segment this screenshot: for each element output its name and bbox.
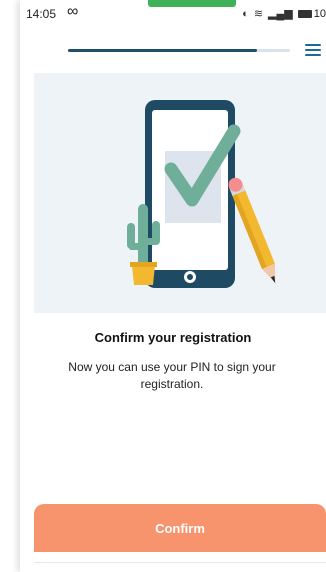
page-description: Now you can use your PIN to sign your re…: [68, 360, 276, 391]
confirmation-illustration: [127, 100, 276, 288]
signal-icon: ▂▄▆: [268, 8, 293, 20]
status-icons: ◐ ≋ ▂▄▆ 10: [242, 7, 326, 21]
infinity-icon: ∞: [67, 3, 79, 20]
illustration-panel: [34, 73, 326, 313]
battery-body: [297, 9, 312, 18]
confirm-button[interactable]: Confirm: [34, 504, 326, 552]
page-title: Confirm your registration: [94, 330, 252, 345]
bottom-divider: [34, 562, 326, 563]
active-call-indicator: [148, 0, 236, 7]
status-bar: 14:05 ∞ ◐ ≋ ▂▄▆ 10: [20, 0, 326, 28]
status-time: 14:05: [26, 7, 57, 21]
hamburger-menu-icon[interactable]: [305, 44, 321, 58]
progress-header: [20, 36, 326, 66]
progress-bar: [68, 49, 290, 52]
alarm-icon: ◐: [242, 7, 249, 20]
battery-level: 10: [313, 7, 326, 20]
app-screen: 14:05 ∞ ◐ ≋ ▂▄▆ 10 Confirm your registra…: [20, 0, 326, 572]
wifi-icon: ≋: [253, 8, 264, 20]
battery-icon: 10: [297, 7, 326, 20]
progress-fill: [68, 49, 257, 52]
